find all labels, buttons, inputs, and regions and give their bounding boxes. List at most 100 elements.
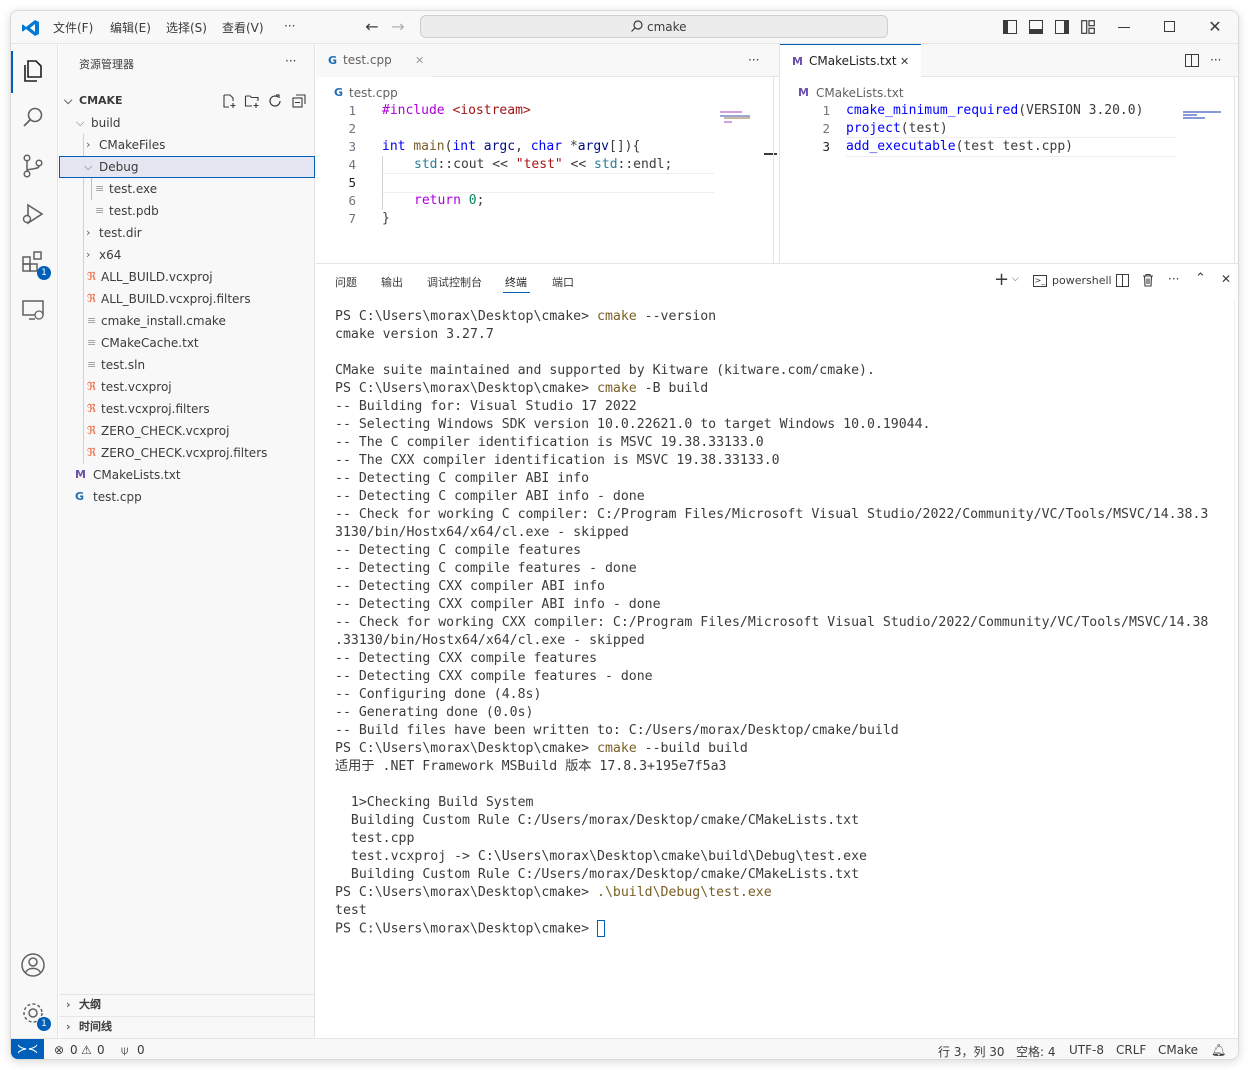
tree-file-test-sln[interactable]: ≡ test.sln <box>59 354 315 376</box>
cursor-position[interactable]: 行 3，列 30 <box>938 1043 1005 1059</box>
terminal-scrollbar[interactable] <box>1234 300 1235 1035</box>
tree-folder-debug[interactable]: ⌵ Debug <box>59 156 315 178</box>
back-arrow-icon[interactable]: ← <box>363 18 381 36</box>
outline-section[interactable]: › 大纲 <box>59 994 315 1016</box>
tab-problems[interactable]: 问题 <box>335 274 357 290</box>
tree-file-zero-check-vcxproj[interactable]: ℜ ZERO_CHECK.vcxproj <box>59 420 315 442</box>
code-token: #include <box>382 103 445 118</box>
rss-file-icon: ℜ <box>87 424 96 437</box>
tree-file-test-exe[interactable]: ≡ test.exe <box>59 178 315 200</box>
error-count[interactable]: 0 <box>70 1043 78 1057</box>
extensions-icon[interactable]: 1 <box>19 248 51 280</box>
encoding[interactable]: UTF-8 <box>1069 1043 1104 1057</box>
tree-folder-build[interactable]: ⌵ build <box>59 112 315 134</box>
search-activity-icon[interactable] <box>19 104 51 136</box>
tree-file-cmake-install[interactable]: ≡ cmake_install.cmake <box>59 310 315 332</box>
code-line: cmake_minimum_required(VERSION 3.20.0) <box>846 102 1143 120</box>
tree-file-cmakelists[interactable]: M CMakeLists.txt <box>59 464 315 486</box>
tree-file-all-build-filters[interactable]: ℜ ALL_BUILD.vcxproj.filters <box>59 288 315 310</box>
toggle-secondary-sidebar-icon[interactable] <box>1055 20 1069 34</box>
close-window-icon[interactable]: ✕ <box>1206 18 1224 36</box>
breadcrumb[interactable]: CMakeLists.txt <box>816 86 904 100</box>
tree-folder-test-dir[interactable]: › test.dir <box>59 222 315 244</box>
new-file-icon[interactable] <box>221 93 237 109</box>
maximize-icon[interactable] <box>1164 21 1175 32</box>
command-center-search[interactable]: cmake <box>420 15 888 38</box>
forward-arrow-icon[interactable]: → <box>389 18 407 36</box>
breadcrumb[interactable]: test.cpp <box>349 86 398 100</box>
split-editor-icon[interactable] <box>1185 54 1199 67</box>
warning-icon[interactable]: ⚠ <box>81 1043 92 1057</box>
refresh-icon[interactable] <box>267 93 283 109</box>
panel-more-button[interactable]: ··· <box>1168 272 1179 286</box>
explorer-icon[interactable] <box>19 56 51 88</box>
editor-right[interactable]: M CMakeLists.txt 1 2 3 cmake_minimum_req… <box>780 77 1238 263</box>
timeline-section[interactable]: › 时间线 <box>59 1016 315 1038</box>
rss-file-icon: ℜ <box>87 380 96 393</box>
toggle-primary-sidebar-icon[interactable] <box>1003 20 1017 34</box>
ports-count[interactable]: 0 <box>137 1043 145 1057</box>
split-terminal-icon[interactable] <box>1116 274 1129 287</box>
remote-indicator-icon[interactable]: ≻≺ <box>11 1039 44 1059</box>
line-number: 2 <box>822 121 830 136</box>
source-control-icon[interactable] <box>19 152 51 184</box>
tree-file-test-vcxproj[interactable]: ℜ test.vcxproj <box>59 376 315 398</box>
menu-more[interactable]: ··· <box>284 19 295 33</box>
tab-terminal[interactable]: 终端 <box>505 274 527 290</box>
remote-explorer-icon[interactable] <box>19 296 51 328</box>
terminal-shell-name[interactable]: powershell <box>1052 274 1112 287</box>
close-tab-icon[interactable]: ✕ <box>900 45 909 78</box>
file-lines-icon: ≡ <box>87 314 97 327</box>
toggle-panel-icon[interactable] <box>1029 20 1043 34</box>
menu-view[interactable]: 查看(V) <box>222 19 264 36</box>
minimize-icon[interactable] <box>1118 27 1130 28</box>
tab-ports[interactable]: 端口 <box>552 274 574 290</box>
collapse-all-icon[interactable] <box>291 93 307 109</box>
new-terminal-plus-icon[interactable]: + <box>994 269 1009 290</box>
tree-file-zero-check-filters[interactable]: ℜ ZERO_CHECK.vcxproj.filters <box>59 442 315 464</box>
tree-file-test-cpp[interactable]: G test.cpp <box>59 486 315 508</box>
manage-gear-icon[interactable]: 1 <box>19 999 51 1031</box>
tab-test-cpp[interactable]: G test.cpp ✕ <box>316 44 432 77</box>
tree-folder-cmakefiles[interactable]: › CMakeFiles <box>59 134 315 156</box>
tab-cmakelists[interactable]: M CMakeLists.txt ✕ <box>780 44 921 77</box>
code-line: int main(int argc, char *argv[]){ <box>382 138 640 156</box>
editor-more-button[interactable]: ··· <box>1210 53 1221 67</box>
tab-debug-console[interactable]: 调试控制台 <box>427 274 482 290</box>
menu-edit[interactable]: 编辑(E) <box>110 19 151 36</box>
terminal-text: -- Build files have been written to: C:/… <box>335 723 899 738</box>
scrollbar-track[interactable] <box>1234 77 1235 263</box>
new-folder-icon[interactable] <box>244 93 260 109</box>
tree-folder-x64[interactable]: › x64 <box>59 244 315 266</box>
chevron-down-icon[interactable]: ⌵ <box>1012 274 1019 284</box>
menu-selection[interactable]: 选择(S) <box>166 19 207 36</box>
close-panel-icon[interactable]: ✕ <box>1221 272 1231 286</box>
menu-file[interactable]: 文件(F) <box>53 19 93 36</box>
line-number: 6 <box>348 193 356 208</box>
tree-file-test-pdb[interactable]: ≡ test.pdb <box>59 200 315 222</box>
minimap[interactable] <box>720 111 760 125</box>
language-mode[interactable]: CMake <box>1158 1043 1198 1057</box>
customize-layout-icon[interactable] <box>1081 20 1095 34</box>
error-icon[interactable]: ⊗ <box>54 1043 64 1057</box>
scrollbar-track[interactable] <box>773 77 774 263</box>
end-of-line[interactable]: CRLF <box>1116 1043 1146 1057</box>
terminal-text: CMake suite maintained and supported by … <box>335 363 875 378</box>
editor-left[interactable]: G test.cpp 1 2 3 4 5 6 7 #include <iostr… <box>316 77 779 263</box>
tree-file-cmakecache[interactable]: ≡ CMakeCache.txt <box>59 332 315 354</box>
ports-antenna-icon[interactable]: ⍦ <box>121 1043 128 1058</box>
maximize-panel-chevron-up-icon[interactable]: ⌃ <box>1195 271 1206 286</box>
tree-file-all-build-vcxproj[interactable]: ℜ ALL_BUILD.vcxproj <box>59 266 315 288</box>
warning-count[interactable]: 0 <box>97 1043 105 1057</box>
tree-file-test-vcxproj-filters[interactable]: ℜ test.vcxproj.filters <box>59 398 315 420</box>
notifications-bell-icon[interactable]: 🔔︎ <box>1211 1043 1226 1057</box>
trash-icon[interactable] <box>1142 273 1154 287</box>
indentation[interactable]: 空格: 4 <box>1016 1043 1056 1059</box>
minimap[interactable] <box>1183 111 1223 119</box>
editor-more-button[interactable]: ··· <box>748 53 759 67</box>
sidebar-more-button[interactable]: ··· <box>285 54 296 68</box>
tab-output[interactable]: 输出 <box>381 274 403 290</box>
close-tab-icon[interactable]: ✕ <box>415 44 424 77</box>
run-debug-icon[interactable] <box>19 200 51 232</box>
accounts-icon[interactable] <box>19 951 51 983</box>
